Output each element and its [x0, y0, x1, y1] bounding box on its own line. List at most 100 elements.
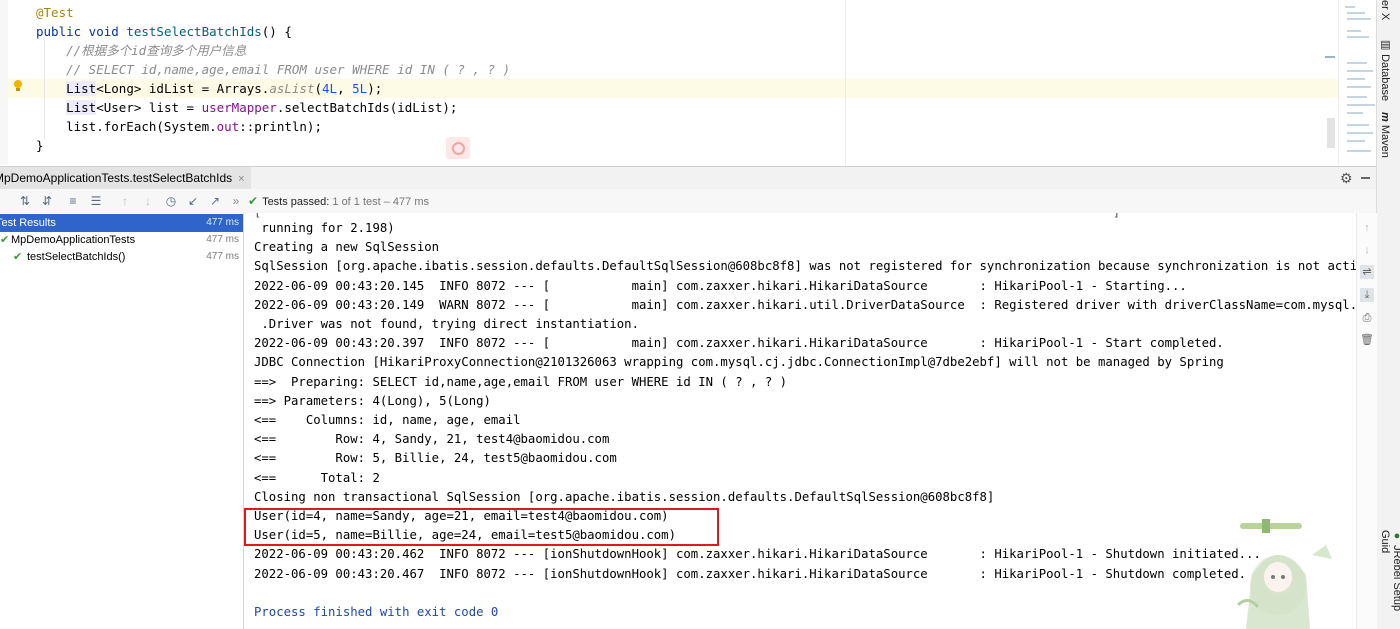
tree-item-test-method[interactable]: ✔ testSelectBatchIds() 477 ms [0, 248, 243, 266]
tool-tab-jrebel[interactable]: ● JRebel Setup Guid [1379, 530, 1400, 629]
console-line: 2022-06-09 00:43:20.462 INFO 8072 --- [i… [254, 547, 1261, 562]
code-token: asList [269, 81, 315, 96]
code-line: @Test [36, 3, 74, 22]
test-runner-toolbar: ⇅ ⇵ ≡ ☰ ↑ ↓ ◷ ↙ ↗ » ✔ Tests passed: 1 of … [0, 189, 1376, 213]
process-finished-line: Process finished with exit code 0 [254, 605, 499, 619]
code-line: } [36, 136, 44, 155]
tests-status: ✔ Tests passed: 1 of 1 test – 477 ms [248, 189, 429, 213]
code-token: list.forEach(System. [36, 119, 217, 134]
check-icon: ✔ [13, 251, 23, 263]
code-token: <User> list = [96, 100, 202, 115]
tests-status-detail: 1 of 1 test – 477 ms [332, 196, 430, 208]
tool-tab-top[interactable]: er X [1379, 0, 1391, 20]
code-token: 4L [322, 81, 338, 96]
console-side-toolbar: ↑ ↓ ⇌ ⤓ ⎙ 🗑 [1356, 213, 1377, 629]
code-token: , [337, 81, 353, 96]
run-tab-title: MpDemoApplicationTests.testSelectBatchId… [0, 171, 233, 185]
tree-item-test-results[interactable]: Test Results 477 ms [0, 214, 243, 232]
console-line: SqlSession [org.apache.ibatis.session.de… [254, 259, 1356, 274]
console-line: 2022-06-09 00:43:20.145 INFO 8072 --- [ … [254, 278, 1187, 293]
tree-item-test-class[interactable]: ✔ MpDemoApplicationTests 477 ms [0, 231, 243, 249]
console-output[interactable]: [ ] running for 2.198)Creating a new Sql… [244, 213, 1356, 629]
print-icon[interactable]: ⎙ [1360, 311, 1374, 325]
console-line: Creating a new SqlSession [254, 240, 440, 255]
tests-status-label: Tests passed: [262, 196, 330, 208]
tool-tab-database-label: Database [1379, 54, 1391, 102]
code-line: List<Long> idList = Arrays.asList(4L, 5L… [36, 79, 382, 98]
import-tests-icon[interactable]: ↙ [184, 192, 202, 210]
more-icon[interactable]: » [227, 192, 245, 210]
code-token: () { [261, 24, 292, 39]
history-icon[interactable]: ◷ [162, 192, 180, 210]
tree-item-time: 477 ms [206, 234, 239, 245]
run-tool-window-header: MpDemoApplicationTests.testSelectBatchId… [0, 166, 1376, 190]
code-token: ( [314, 81, 322, 96]
console-line: running for 2.198) [254, 221, 395, 235]
prev-failed-icon[interactable]: ↑ [116, 192, 134, 210]
trash-icon[interactable]: 🗑 [1360, 333, 1374, 347]
sort-duration-icon[interactable]: ⇵ [38, 192, 56, 210]
code-line: public void testSelectBatchIds() { [36, 22, 292, 41]
close-icon[interactable]: × [238, 173, 244, 185]
console-line: .Driver was not found, trying direct ins… [254, 317, 639, 331]
down-arrow-icon[interactable]: ↓ [1360, 243, 1374, 257]
soft-wrap-icon[interactable]: ⇌ [1360, 265, 1374, 279]
lightbulb-icon[interactable] [13, 80, 23, 92]
run-tab[interactable]: MpDemoApplicationTests.testSelectBatchId… [0, 167, 251, 189]
code-token: List [66, 81, 97, 96]
code-token: public void [36, 24, 127, 39]
sort-alpha-icon[interactable]: ⇅ [16, 192, 34, 210]
code-line: // SELECT id,name,age,email FROM user WH… [36, 60, 510, 79]
code-token: // SELECT id,name,age,email FROM user WH… [36, 62, 511, 77]
console-line: <== Row: 4, Sandy, 21, test4@baomidou.co… [254, 432, 610, 447]
console-line: JDBC Connection [HikariProxyConnection@2… [254, 355, 1224, 370]
tool-tab-database[interactable]: ▤ Database [1379, 38, 1392, 101]
tree-item-label: testSelectBatchIds() [27, 251, 126, 263]
maven-icon: m [1379, 112, 1391, 125]
code-token: <Long> idList = Arrays. [96, 81, 270, 96]
tree-item-label: Test Results [0, 217, 56, 229]
console-line: 2022-06-09 00:43:20.149 WARN 8072 --- [ … [254, 297, 1356, 312]
code-line: list.forEach(System.out::println); [36, 117, 322, 136]
code-token: List [66, 100, 97, 115]
jrebel-icon: ● [1391, 530, 1400, 542]
minimize-icon[interactable] [1361, 177, 1370, 179]
code-token: userMapper [201, 100, 277, 115]
tool-tab-maven-label: Maven [1379, 124, 1391, 158]
test-results-tree: Test Results 477 ms ✔ MpDemoApplicationT… [0, 213, 244, 629]
expand-all-icon[interactable]: ≡ [64, 192, 82, 210]
console-line: Closing non transactional SqlSession [or… [254, 489, 995, 504]
code-token: @Test [36, 5, 74, 20]
database-icon: ▤ [1379, 38, 1391, 55]
export-tests-icon[interactable]: ↗ [206, 192, 224, 210]
console-line: ==> Parameters: 4(Long), 5(Long) [254, 393, 491, 408]
scroll-to-end-icon[interactable]: ⤓ [1360, 288, 1374, 302]
code-token: .selectBatchIds(idList); [276, 100, 458, 115]
code-line: //根据多个id查询多个用户信息 [36, 41, 246, 60]
console-line: <== Row: 5, Billie, 24, test5@baomidou.c… [254, 451, 617, 466]
console-line: 2022-06-09 00:43:20.467 INFO 8072 --- [i… [254, 566, 1247, 581]
code-editor[interactable]: @Test public void testSelectBatchIds() { … [0, 0, 1376, 165]
tree-item-label: MpDemoApplicationTests [11, 234, 136, 246]
code-token: ::println); [239, 119, 322, 134]
code-minimap[interactable] [1325, 0, 1377, 165]
code-token: //根据多个id查询多个用户信息 [36, 43, 247, 58]
console-line: <== Columns: id, name, age, email [254, 413, 521, 427]
tool-tab-maven[interactable]: m Maven [1379, 112, 1391, 158]
code-token: testSelectBatchIds [126, 24, 262, 39]
decorative-character-illustration [1236, 519, 1332, 629]
next-failed-icon[interactable]: ↓ [139, 192, 157, 210]
tree-item-time: 477 ms [206, 251, 239, 262]
console-line: <== Total: 2 [254, 470, 380, 485]
console-line: 2022-06-09 00:43:20.397 INFO 8072 --- [ … [254, 336, 1224, 351]
check-icon: ✔ [0, 234, 10, 246]
code-token: out [216, 119, 240, 134]
up-arrow-icon[interactable]: ↑ [1360, 221, 1374, 235]
console-line: ==> Preparing: SELECT id,name,age,email … [254, 374, 788, 389]
editor-gutter [0, 0, 8, 165]
gear-icon[interactable]: ⚙ [1340, 170, 1353, 187]
check-icon: ✔ [248, 194, 259, 208]
collapse-all-icon[interactable]: ☰ [87, 192, 105, 210]
